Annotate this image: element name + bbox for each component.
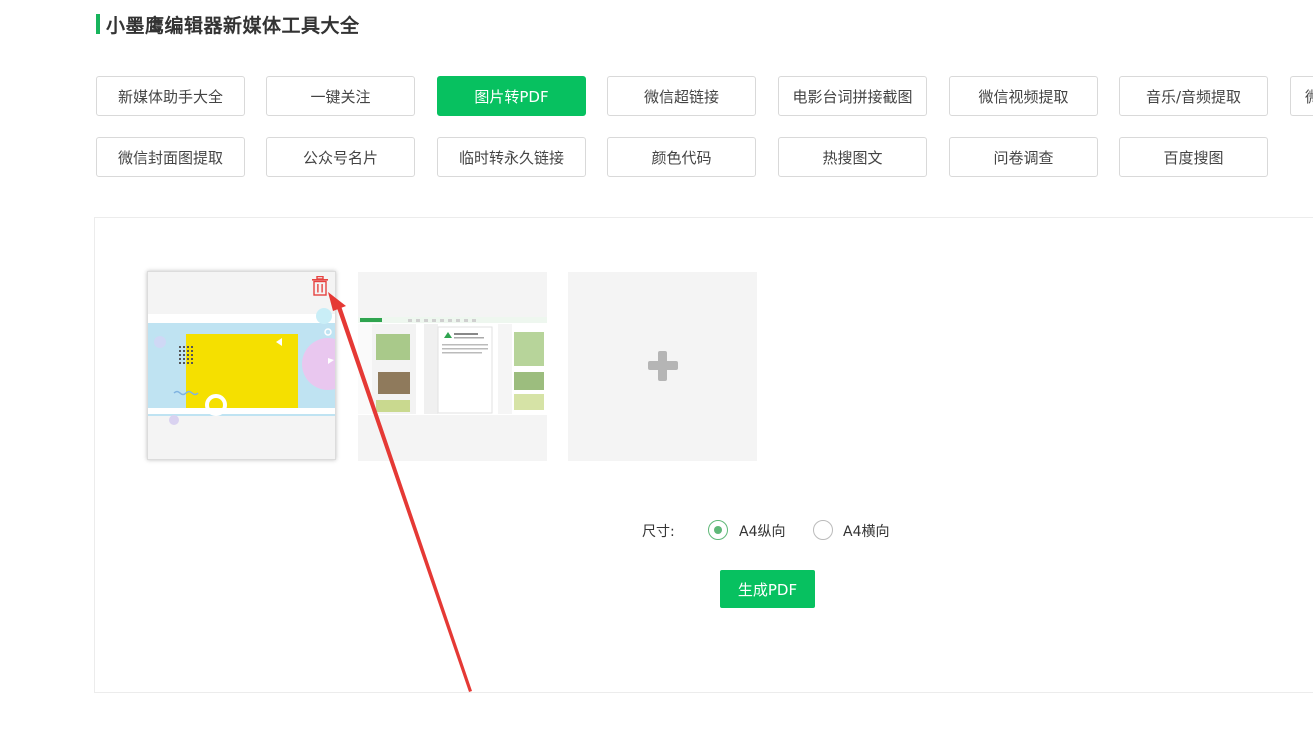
radio-a4-portrait[interactable] — [708, 520, 728, 540]
tool-button-media-assistant[interactable]: 新媒体助手大全 — [96, 76, 245, 116]
tool-button-cover-extract[interactable]: 微信封面图提取 — [96, 137, 245, 177]
tool-button-color-code[interactable]: 颜色代码 — [607, 137, 756, 177]
trash-icon[interactable] — [311, 276, 329, 296]
tool-button-permanent-link[interactable]: 临时转永久链接 — [437, 137, 586, 177]
title-accent-bar — [96, 14, 100, 34]
generate-pdf-button[interactable]: 生成PDF — [720, 570, 815, 608]
image-thumbnail[interactable] — [147, 271, 336, 460]
tool-button-survey[interactable]: 问卷调查 — [949, 137, 1098, 177]
page-header: 小墨鹰编辑器新媒体工具大全 — [96, 13, 360, 37]
radio-label-a4-portrait[interactable]: A4纵向 — [739, 521, 785, 541]
size-label: 尺寸: — [642, 524, 675, 540]
add-image-button[interactable] — [568, 272, 757, 461]
image-thumbnail[interactable] — [358, 272, 547, 461]
tool-button-one-click-follow[interactable]: 一键关注 — [266, 76, 415, 116]
radio-a4-landscape[interactable] — [813, 520, 833, 540]
thumbnail-image — [148, 308, 335, 425]
thumbnail-image — [358, 317, 547, 415]
tool-button-audio-extract[interactable]: 音乐/音频提取 — [1119, 76, 1268, 116]
tool-button-movie-caption-stitch[interactable]: 电影台词拼接截图 — [778, 76, 927, 116]
tool-button-partial[interactable]: 微 — [1290, 76, 1313, 116]
tool-button-account-card[interactable]: 公众号名片 — [266, 137, 415, 177]
radio-label-a4-landscape[interactable]: A4横向 — [843, 521, 889, 541]
tool-button-wechat-hyperlink[interactable]: 微信超链接 — [607, 76, 756, 116]
tool-button-baidu-image-search[interactable]: 百度搜图 — [1119, 137, 1268, 177]
tool-button-image-to-pdf[interactable]: 图片转PDF — [437, 76, 586, 116]
tool-button-wechat-video-extract[interactable]: 微信视频提取 — [949, 76, 1098, 116]
page-title: 小墨鹰编辑器新媒体工具大全 — [106, 14, 360, 37]
tool-button-trending-graphics[interactable]: 热搜图文 — [778, 137, 927, 177]
